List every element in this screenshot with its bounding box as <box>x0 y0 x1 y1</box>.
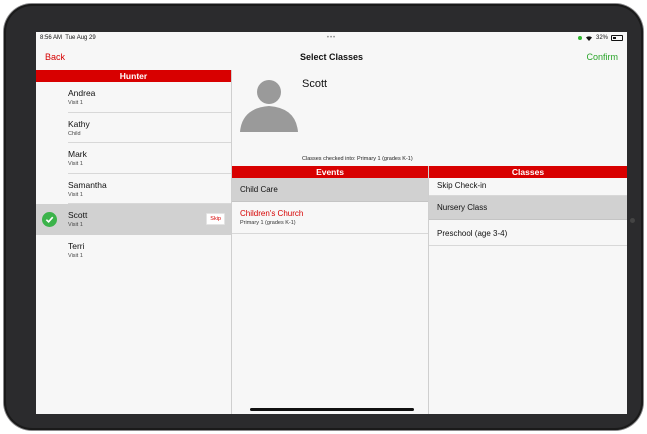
list-item-samantha[interactable]: Samantha Visit 1 <box>36 174 231 204</box>
member-name: Samantha <box>68 179 107 190</box>
family-member-list: Hunter Andrea Visit 1 Kathy Child Mark V… <box>36 70 232 414</box>
member-sub: Visit 1 <box>68 161 83 167</box>
battery-icon <box>611 35 623 41</box>
list-item-mark[interactable]: Mark Visit 1 <box>36 143 231 174</box>
event-sub: Primary 1 (grades K-1) <box>240 220 296 226</box>
events-column: Events Child Care Children's Church Prim… <box>232 166 429 414</box>
battery-percent: 32% <box>595 35 608 41</box>
event-name: Children's Church <box>240 209 304 218</box>
wifi-icon <box>585 36 592 41</box>
multitask-dots-icon[interactable]: ••• <box>327 35 336 41</box>
member-name: Mark <box>68 149 87 159</box>
class-preschool[interactable]: Preschool (age 3-4) <box>429 220 627 246</box>
member-sub: Child <box>68 130 81 137</box>
nav-bar: Back Select Classes Confirm <box>36 44 627 70</box>
event-child-care[interactable]: Child Care <box>232 178 428 202</box>
classes-column: Classes Skip Check-in Nursery Class Pres… <box>429 166 627 414</box>
page-title: Select Classes <box>299 52 364 62</box>
checked-into-text: Classes checked into: Primary 1 (grades … <box>302 156 413 162</box>
event-name: Child Care <box>240 185 278 194</box>
member-sub: Visit 1 <box>68 252 83 259</box>
back-button[interactable]: Back <box>45 52 65 62</box>
family-header: Hunter <box>36 70 231 82</box>
member-name: Kathy <box>68 118 90 129</box>
member-sub: Visit 1 <box>68 191 83 198</box>
avatar <box>240 80 298 132</box>
status-bar: 8:56 AM Tue Aug 29 ••• 32% <box>36 32 627 44</box>
tablet-frame: 8:56 AM Tue Aug 29 ••• 32% Back Select C… <box>4 4 643 430</box>
skip-button[interactable]: Skip <box>206 213 225 225</box>
screen: 8:56 AM Tue Aug 29 ••• 32% Back Select C… <box>36 32 627 414</box>
class-nursery[interactable]: Nursery Class <box>429 196 627 220</box>
member-name: Terri <box>68 240 85 251</box>
camera-dot <box>630 218 635 223</box>
status-date: Tue Aug 29 <box>65 35 96 41</box>
events-header: Events <box>232 166 428 178</box>
list-item-kathy[interactable]: Kathy Child <box>36 113 231 143</box>
list-item-andrea[interactable]: Andrea Visit 1 <box>36 82 231 113</box>
confirm-button[interactable]: Confirm <box>586 52 618 62</box>
list-item-scott[interactable]: Scott Visit 1 Skip <box>36 204 231 235</box>
home-indicator[interactable] <box>250 408 414 411</box>
member-sub: Visit 1 <box>68 100 83 106</box>
profile-panel: Scott Classes checked into: Primary 1 (g… <box>232 70 627 166</box>
event-childrens-church[interactable]: Children's Church Primary 1 (grades K-1) <box>232 202 428 234</box>
checkmark-icon <box>42 212 57 227</box>
camera-indicator-icon <box>577 36 582 40</box>
class-skip-check-in[interactable]: Skip Check-in <box>429 178 627 196</box>
profile-name: Scott <box>302 78 328 90</box>
status-time: 8:56 AM <box>40 35 63 41</box>
classes-header: Classes <box>429 166 627 178</box>
member-name: Andrea <box>68 88 96 98</box>
list-item-terri[interactable]: Terri Visit 1 <box>36 235 231 266</box>
